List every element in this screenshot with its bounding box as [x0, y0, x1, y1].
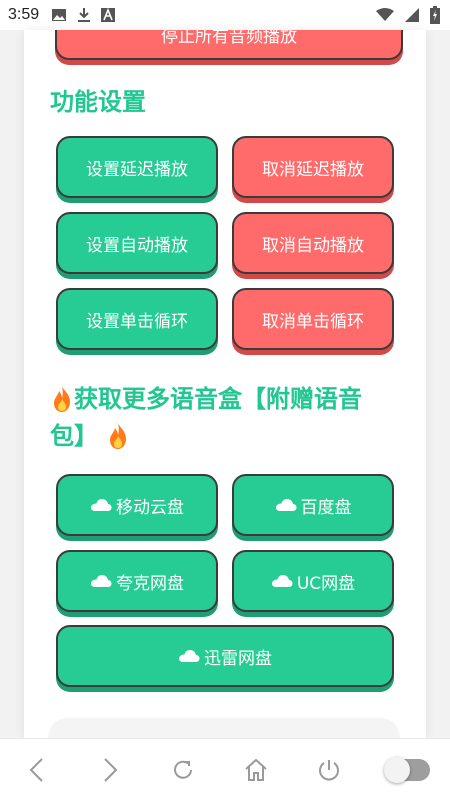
- more-title-line1: 获取更多语音盒【附赠语音: [74, 385, 362, 413]
- fire-icon: [54, 386, 70, 412]
- button-label: 百度盘: [300, 497, 352, 518]
- toggle-knob: [383, 757, 410, 783]
- set-auto-play-button[interactable]: 设置自动播放: [56, 212, 218, 274]
- stop-all-audio-label: 停止所有音频播放: [161, 30, 297, 47]
- cancel-auto-play-button[interactable]: 取消自动播放: [232, 212, 394, 274]
- cancel-click-loop-button[interactable]: 取消单击循环: [232, 288, 394, 350]
- power-icon[interactable]: [313, 754, 345, 786]
- wifi-icon: [376, 8, 394, 21]
- quark-disk-button[interactable]: 夸克网盘: [56, 550, 218, 612]
- download-icon: [78, 8, 91, 22]
- cloud-icon: [271, 575, 293, 587]
- back-icon[interactable]: [21, 754, 53, 786]
- next-section-panel: [48, 718, 400, 738]
- more-title-line2: 包】: [50, 422, 98, 450]
- set-delay-play-button[interactable]: 设置延迟播放: [56, 136, 218, 198]
- section-title-function-settings: 功能设置: [50, 88, 146, 116]
- cloud-icon: [91, 499, 112, 511]
- cloud-icon: [179, 650, 200, 662]
- refresh-icon[interactable]: [167, 754, 199, 786]
- status-time: 3:59: [8, 6, 40, 23]
- xunlei-disk-button[interactable]: 迅雷网盘: [56, 625, 394, 687]
- mobile-cloud-disk-button[interactable]: 移动云盘: [56, 474, 218, 536]
- signal-icon: [405, 8, 419, 22]
- status-left-icons: [51, 7, 116, 23]
- button-label: 取消自动播放: [262, 235, 364, 256]
- bottom-nav-bar: [0, 738, 450, 801]
- cancel-delay-play-button[interactable]: 取消延迟播放: [232, 136, 394, 198]
- set-click-loop-button[interactable]: 设置单击循环: [56, 288, 218, 350]
- content-card: 停止所有音频播放 功能设置 设置延迟播放 取消延迟播放 设置自动播放 取消自动播…: [24, 30, 426, 738]
- stop-all-audio-button[interactable]: 停止所有音频播放: [55, 30, 403, 60]
- section-title-more-voice-box: 获取更多语音盒【附赠语音 包】: [50, 380, 410, 454]
- cloud-icon: [91, 575, 112, 587]
- home-icon[interactable]: [240, 754, 272, 786]
- toggle-switch[interactable]: [383, 757, 430, 783]
- button-label: 取消单击循环: [262, 311, 364, 332]
- uc-disk-button[interactable]: UC网盘: [232, 550, 394, 612]
- button-label: 迅雷网盘: [204, 648, 272, 669]
- button-label: UC网盘: [296, 573, 356, 594]
- cloud-icon: [275, 499, 296, 511]
- forward-icon[interactable]: [94, 754, 126, 786]
- a-icon: [101, 8, 116, 22]
- baidu-disk-button[interactable]: 百度盘: [232, 474, 394, 536]
- fire-icon: [110, 423, 127, 449]
- status-right-icons: [376, 6, 440, 24]
- battery-icon: [430, 6, 440, 24]
- button-label: 移动云盘: [116, 497, 184, 518]
- button-label: 设置单击循环: [86, 311, 188, 332]
- button-label: 取消延迟播放: [262, 159, 364, 180]
- button-label: 设置自动播放: [86, 235, 188, 256]
- image-icon: [52, 9, 67, 21]
- button-label: 设置延迟播放: [86, 159, 188, 180]
- status-bar: 3:59: [0, 0, 450, 30]
- button-label: 夸克网盘: [116, 573, 184, 594]
